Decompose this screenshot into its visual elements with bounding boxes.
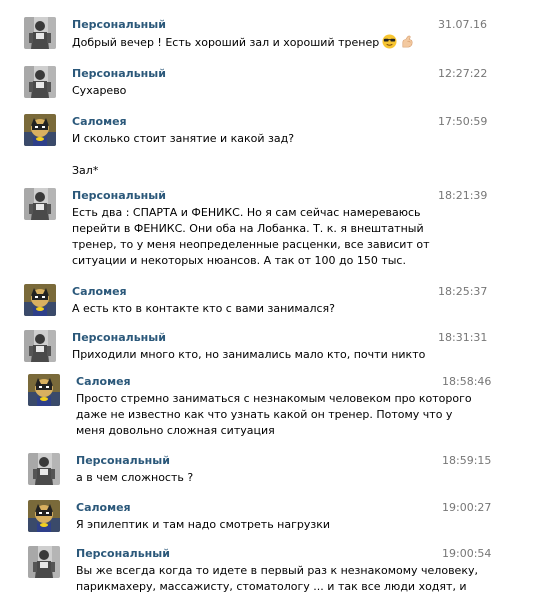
message-row: Персональный 18:59:15 а в чем сложность ? <box>0 453 558 493</box>
message-author[interactable]: Персональный <box>72 67 166 80</box>
sunglasses-emoji <box>382 34 397 54</box>
avatar-personal[interactable] <box>24 330 56 362</box>
message-author[interactable]: Персональный <box>72 331 166 344</box>
avatar-salomeya[interactable] <box>28 374 60 406</box>
message-text-line: Добрый вечер ! Есть хороший зал и хороши… <box>72 34 415 54</box>
message-author[interactable]: Саломея <box>76 375 131 388</box>
message-author[interactable]: Персональный <box>72 189 166 202</box>
message-author[interactable]: Персональный <box>76 547 170 560</box>
message-row: Персональный 12:27:22 Сухарево <box>0 66 558 106</box>
avatar-personal[interactable] <box>24 188 56 220</box>
avatar-personal[interactable] <box>24 66 56 98</box>
message-text-line: Вы же всегда когда то идете в первый раз… <box>76 564 478 577</box>
message-time[interactable]: 19:00:27 <box>442 501 491 514</box>
avatar-salomeya[interactable] <box>24 114 56 146</box>
message-text-line: парикмахеру, массажисту, стоматологу ...… <box>76 580 467 593</box>
message-time[interactable]: 18:58:46 <box>442 375 491 388</box>
message-text-line: ситуации и некоторых нюансов. А так от 1… <box>72 254 406 267</box>
message-text-line: а в чем сложность ? <box>76 471 194 484</box>
avatar-personal[interactable] <box>28 546 60 578</box>
message-row: Персональный 31.07.16 Добрый вечер ! Есть … <box>0 17 558 57</box>
message-row: Саломея 19:00:27 Я эпилептик и там надо см… <box>0 500 558 540</box>
message-text-line: меня довольно сложная ситуация <box>76 424 275 437</box>
message-time[interactable]: 18:25:37 <box>438 285 487 298</box>
message-row: Персональный 18:31:31 Приходили много кто,… <box>0 330 558 370</box>
message-author[interactable]: Саломея <box>72 285 127 298</box>
message-text-line: перейти в ФЕНИКС. Они оба на Лобанка. Т.… <box>72 222 424 235</box>
message-text-line: Сухарево <box>72 84 127 97</box>
message-author[interactable]: Саломея <box>72 115 127 128</box>
avatar-personal[interactable] <box>24 17 56 49</box>
message-author[interactable]: Персональный <box>72 18 166 31</box>
flexed-biceps-emoji <box>400 34 415 54</box>
message-time[interactable]: 18:59:15 <box>442 454 491 467</box>
avatar-salomeya[interactable] <box>24 284 56 316</box>
message-text-line: даже не известно как что узнать какой он… <box>76 408 453 421</box>
message-text-line: Приходили много кто, но занимались мало … <box>72 348 426 361</box>
message-time[interactable]: 31.07.16 <box>438 18 487 31</box>
message-text-line: Зал* <box>72 164 99 177</box>
message-time[interactable]: 19:00:54 <box>442 547 491 560</box>
message-text-line: А есть кто в контакте кто с вами занимал… <box>72 302 336 315</box>
message-row: Саломея 18:25:37 А есть кто в контакте кто… <box>0 284 558 324</box>
message-row: Саломея 17:50:59 И сколько стоит занятие и… <box>0 114 558 177</box>
message-time[interactable]: 18:21:39 <box>438 189 487 202</box>
message-author[interactable]: Персональный <box>76 454 170 467</box>
message-time[interactable]: 17:50:59 <box>438 115 487 128</box>
message-text-line: И сколько стоит занятие и какой зад? <box>72 132 295 145</box>
message-time[interactable]: 18:31:31 <box>438 331 487 344</box>
message-text-line: тренер, то у меня неопределенные расценк… <box>72 238 430 251</box>
message-row: Персональный 18:21:39 Есть два : СПАРТА и … <box>0 188 558 267</box>
avatar-personal[interactable] <box>28 453 60 485</box>
avatar-salomeya[interactable] <box>28 500 60 532</box>
message-time[interactable]: 12:27:22 <box>438 67 487 80</box>
message-text-line: Есть два : СПАРТА и ФЕНИКС. Но я сам сей… <box>72 206 421 219</box>
message-text-line: Просто стремно заниматься с незнакомым ч… <box>76 392 472 405</box>
message-author[interactable]: Саломея <box>76 501 131 514</box>
message-row: Саломея 18:58:46 Просто стремно заниматься… <box>0 374 558 437</box>
message-row: Персональный 19:00:54 Вы же всегда когда т… <box>0 546 558 593</box>
message-text-line: Я эпилептик и там надо смотреть нагрузки <box>76 518 331 531</box>
